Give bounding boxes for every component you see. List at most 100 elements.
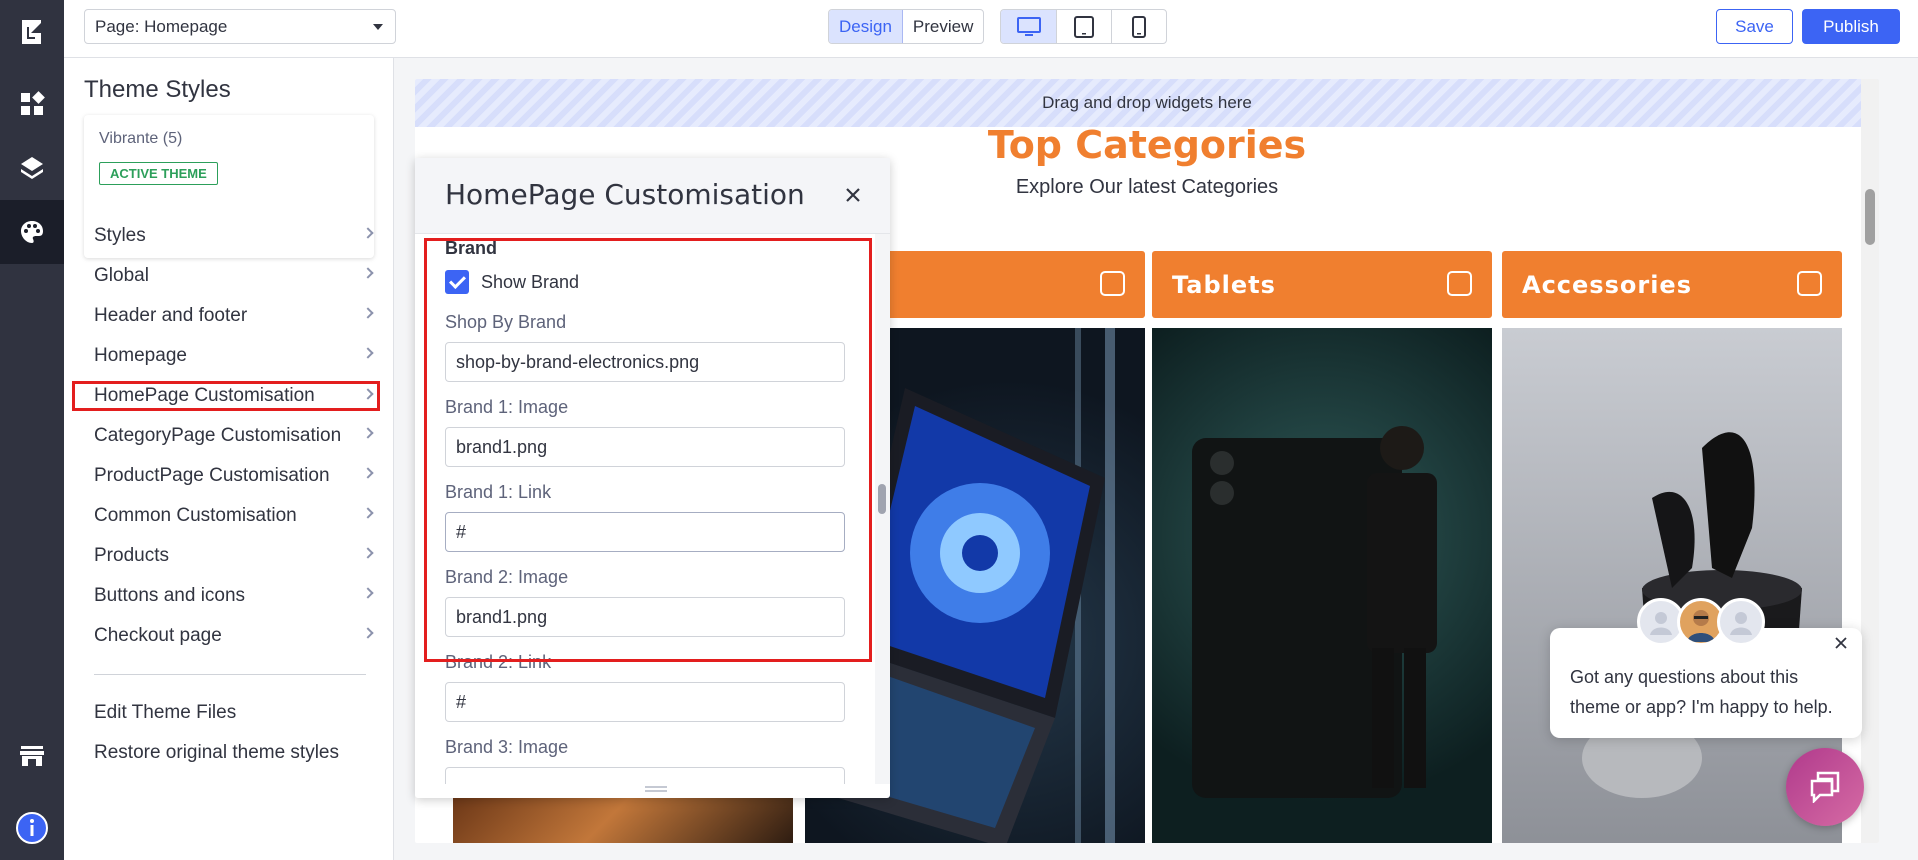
brand-section-heading: Brand — [445, 238, 498, 258]
preview-mode-button[interactable]: Preview — [903, 10, 983, 43]
page-select[interactable]: Page: Homepage — [84, 9, 396, 44]
publish-button[interactable]: Publish — [1802, 9, 1900, 44]
chevron-right-icon — [362, 267, 374, 279]
menu-item-styles[interactable]: Styles — [64, 216, 394, 256]
widgets-icon[interactable] — [0, 72, 64, 136]
chevron-right-icon — [362, 547, 374, 559]
bigcommerce-logo-icon[interactable] — [0, 0, 64, 64]
field-label: Brand 1: Link — [445, 482, 552, 502]
canvas-scrollbar[interactable] — [1861, 79, 1879, 843]
category-header-accessories[interactable]: Accessories — [1502, 251, 1842, 318]
category-label: Accessories — [1522, 270, 1692, 299]
tablet-icon[interactable] — [1056, 10, 1111, 43]
support-avatars — [1637, 598, 1765, 646]
field-label: Brand 1: Image — [445, 397, 569, 417]
menu-item-header-footer[interactable]: Header and footer — [64, 296, 394, 336]
menu-item-label: Homepage — [94, 345, 187, 366]
active-theme-badge: ACTIVE THEME — [99, 162, 218, 185]
field-label: Brand 2: Image — [445, 567, 569, 587]
menu-item-label: Buttons and icons — [94, 585, 246, 606]
chevron-right-icon — [362, 427, 374, 439]
close-icon[interactable] — [1834, 636, 1854, 656]
menu-item-common-customisation[interactable]: Common Customisation — [64, 496, 394, 536]
chevron-right-icon — [362, 227, 374, 239]
chat-icon — [1810, 771, 1840, 803]
left-rail — [0, 0, 69, 860]
menu-item-label: Header and footer — [94, 305, 248, 326]
chevron-down-icon — [373, 24, 383, 30]
edit-theme-files-link[interactable]: Edit Theme Files — [64, 693, 394, 733]
chevron-right-icon — [362, 307, 374, 319]
mode-toggle: Design Preview — [828, 9, 985, 44]
theme-styles-sidebar: Theme Styles Vibrante (5) ACTIVE THEME S… — [64, 58, 394, 860]
menu-item-homepage[interactable]: Homepage — [64, 336, 394, 376]
panel-scrollbar[interactable] — [875, 234, 890, 784]
panel-header: HomePage Customisation — [415, 158, 890, 234]
chevron-right-icon — [362, 347, 374, 359]
menu-item-label: CategoryPage Customisation — [94, 425, 342, 446]
scrollbar-thumb[interactable] — [878, 484, 886, 514]
download-icon — [1447, 271, 1472, 296]
chevron-right-icon — [362, 388, 374, 400]
brand-2-link-input[interactable] — [445, 682, 845, 722]
menu-item-productpage-customisation[interactable]: ProductPage Customisation — [64, 456, 394, 496]
widget-dropzone[interactable]: Drag and drop widgets here — [415, 79, 1879, 127]
brand-1-image-input[interactable] — [445, 427, 845, 467]
close-icon[interactable] — [838, 180, 868, 210]
chat-message: Got any questions about this theme or ap… — [1570, 667, 1833, 717]
menu-divider — [94, 674, 366, 675]
chevron-right-icon — [362, 507, 374, 519]
scrollbar-thumb[interactable] — [1865, 189, 1875, 245]
resize-handle[interactable] — [645, 786, 667, 792]
category-header-tablets[interactable]: Tablets — [1152, 251, 1492, 318]
theme-styles-menu: Styles Global Header and footer Homepage… — [64, 216, 394, 773]
checkbox-label: Show Brand — [481, 271, 580, 292]
restore-theme-styles-link[interactable]: Restore original theme styles — [64, 733, 394, 773]
shop-by-brand-input[interactable] — [445, 342, 845, 382]
chat-launcher-button[interactable] — [1786, 748, 1864, 826]
category-image-tablets[interactable] — [1152, 328, 1492, 843]
info-icon[interactable] — [0, 796, 64, 860]
chevron-right-icon — [362, 467, 374, 479]
menu-item-label: Checkout page — [94, 625, 222, 646]
homepage-customisation-panel: HomePage Customisation Brand Show Brand … — [415, 158, 890, 798]
field-label: Brand 3: Image — [445, 737, 569, 757]
menu-item-checkout-page[interactable]: Checkout page — [64, 616, 394, 656]
panel-body: Brand Show Brand Shop By Brand Brand 1: … — [415, 234, 875, 784]
menu-item-categorypage-customisation[interactable]: CategoryPage Customisation — [64, 416, 394, 456]
device-toggle — [1000, 9, 1167, 44]
design-mode-button[interactable]: Design — [829, 10, 903, 43]
menu-item-buttons-icons[interactable]: Buttons and icons — [64, 576, 394, 616]
storefront-icon[interactable] — [0, 724, 64, 788]
field-label: Brand 2: Link — [445, 652, 552, 672]
panel-title: HomePage Customisation — [445, 178, 805, 211]
menu-item-products[interactable]: Products — [64, 536, 394, 576]
layers-icon[interactable] — [0, 136, 64, 200]
brand-1-link-input[interactable] — [445, 512, 845, 552]
palette-icon[interactable] — [0, 200, 64, 264]
menu-item-homepage-customisation[interactable]: HomePage Customisation — [72, 381, 380, 411]
show-brand-checkbox[interactable]: Show Brand — [445, 270, 579, 294]
download-icon — [1100, 271, 1125, 296]
page-select-value: Page: Homepage — [95, 16, 228, 36]
save-button[interactable]: Save — [1716, 9, 1793, 44]
chevron-right-icon — [362, 587, 374, 599]
category-label: Tablets — [1172, 270, 1276, 299]
menu-item-label: HomePage Customisation — [94, 385, 315, 406]
menu-item-label: ProductPage Customisation — [94, 465, 330, 486]
mobile-icon[interactable] — [1111, 10, 1166, 43]
menu-item-label: Styles — [94, 225, 146, 246]
desktop-icon[interactable] — [1001, 10, 1056, 43]
menu-item-label: Global — [94, 265, 149, 286]
top-bar: Page: Homepage Design Preview Save Publi… — [64, 0, 1918, 58]
menu-item-label: Common Customisation — [94, 505, 297, 526]
checkbox-checked-icon — [445, 270, 469, 294]
sidebar-title: Theme Styles — [84, 76, 231, 103]
chevron-right-icon — [362, 627, 374, 639]
theme-name: Vibrante (5) — [99, 130, 183, 147]
brand-3-image-input[interactable] — [445, 767, 845, 784]
menu-item-global[interactable]: Global — [64, 256, 394, 296]
menu-item-label: Products — [94, 545, 169, 566]
brand-2-image-input[interactable] — [445, 597, 845, 637]
download-icon — [1797, 271, 1822, 296]
